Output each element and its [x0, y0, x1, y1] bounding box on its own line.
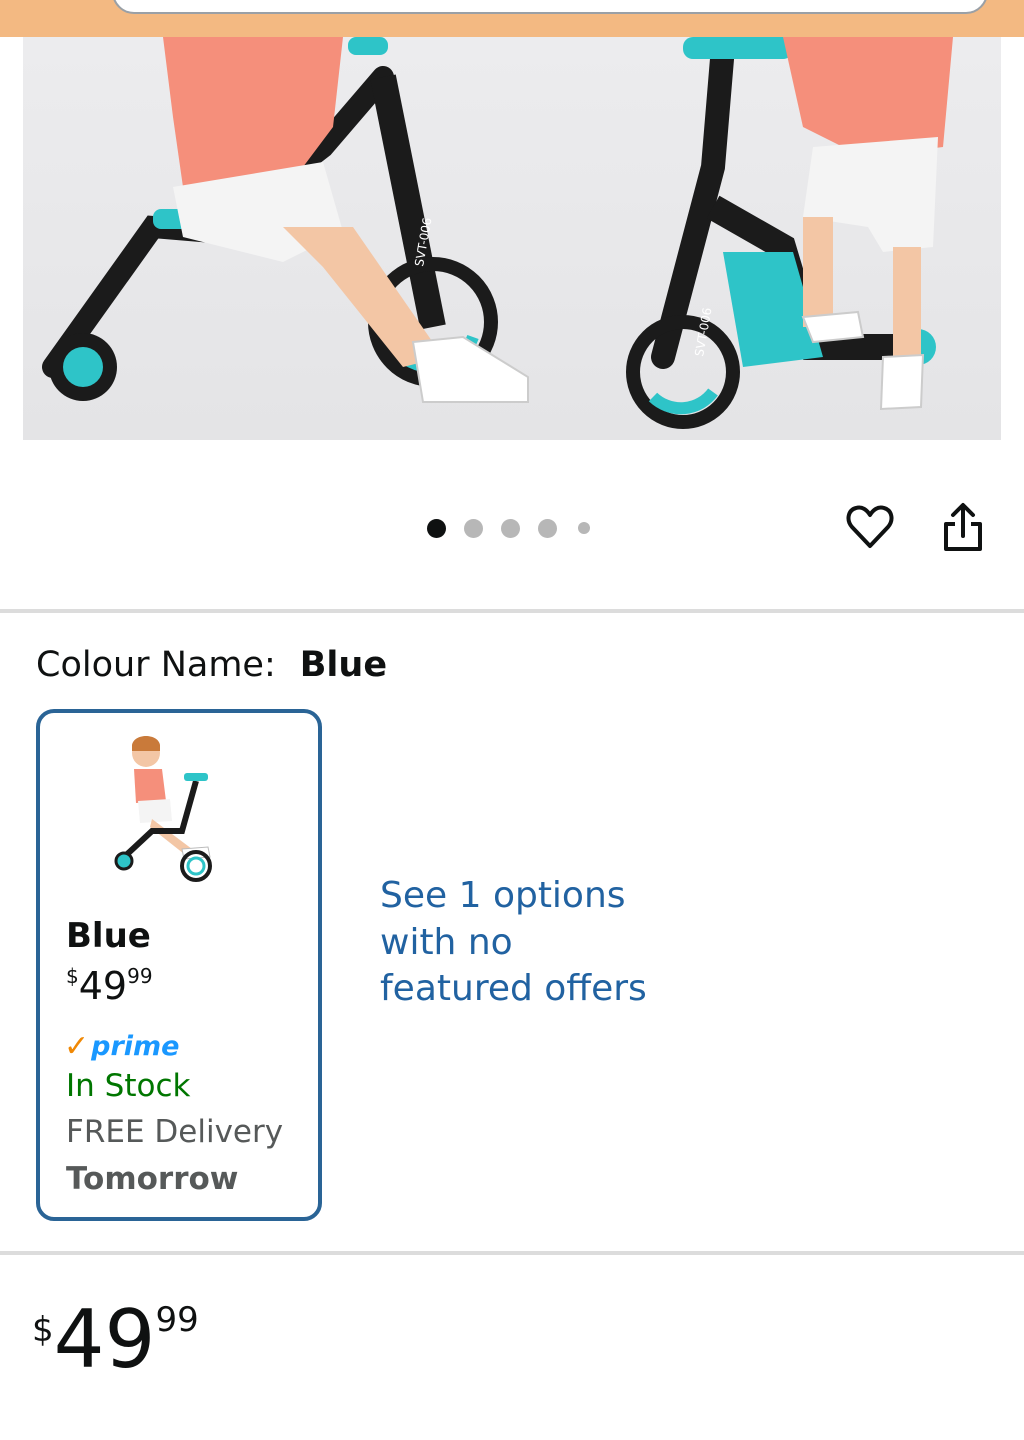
gallery-page-indicator[interactable] [427, 518, 608, 538]
prime-label: prime [91, 1030, 180, 1062]
left-child [163, 37, 529, 403]
gallery-dot-active[interactable] [427, 518, 446, 538]
price-whole: 49 [53, 1293, 156, 1386]
swatch-price: $4999 [66, 966, 153, 1005]
swatch-price-whole: 49 [78, 964, 128, 1008]
heart-icon[interactable] [845, 502, 895, 552]
swatch-price-symbol: $ [66, 964, 79, 988]
gallery-dot[interactable] [578, 522, 590, 534]
stock-status: In Stock [66, 1068, 191, 1104]
gallery-dot[interactable] [464, 518, 483, 538]
delivery-date: Tomorrow [66, 1161, 239, 1197]
see-options-link[interactable]: See 1 options with no featured offers [380, 873, 650, 1013]
share-icon[interactable] [940, 500, 986, 556]
swatch-thumbnail [112, 731, 232, 891]
price-symbol: $ [32, 1310, 54, 1350]
price-fraction: 99 [155, 1300, 199, 1340]
variation-selected-value: Blue [299, 645, 388, 685]
product-price: $4999 [32, 1300, 199, 1380]
search-field-edge[interactable] [112, 0, 988, 14]
prime-badge: ✓ prime [64, 1028, 180, 1064]
section-divider [0, 609, 1024, 613]
variation-row: Colour Name: Blue [36, 645, 387, 685]
product-image[interactable]: SVT-006 SVT-006 [23, 37, 1001, 440]
swatch-price-fraction: 99 [127, 964, 153, 988]
product-image-illustration: SVT-006 SVT-006 [42, 37, 953, 429]
top-search-bar [0, 0, 1024, 37]
section-divider [0, 1251, 1024, 1255]
gallery-dot[interactable] [538, 518, 557, 538]
variation-label: Colour Name: [36, 645, 276, 685]
prime-check-icon: ✓ [64, 1028, 90, 1064]
swatch-name: Blue [66, 916, 151, 956]
gallery-dot[interactable] [501, 518, 520, 538]
delivery-label: FREE Delivery [66, 1114, 284, 1150]
variation-swatch-blue[interactable]: Blue $4999 ✓ prime In Stock FREE Delivery… [36, 709, 322, 1221]
